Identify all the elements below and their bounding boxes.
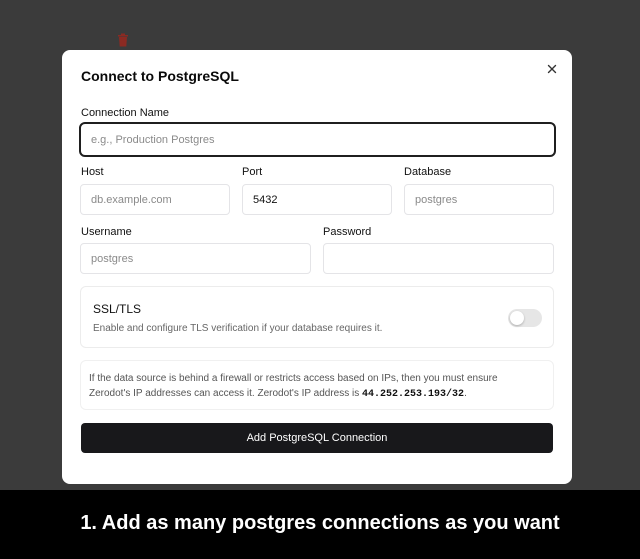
ip-address: 44.252.253.193/32 <box>362 389 465 400</box>
ssl-tls-description: Enable and configure TLS verification if… <box>93 323 383 334</box>
add-connection-button[interactable]: Add PostgreSQL Connection <box>81 423 553 453</box>
password-input[interactable] <box>323 243 554 274</box>
connection-name-input[interactable] <box>79 122 556 157</box>
toggle-knob <box>510 311 524 325</box>
username-input[interactable] <box>80 243 311 274</box>
ssl-tls-title: SSL/TLS <box>93 302 142 316</box>
host-input[interactable] <box>80 184 230 215</box>
ssl-tls-card: SSL/TLS Enable and configure TLS verific… <box>80 286 554 348</box>
close-icon[interactable] <box>546 63 558 75</box>
trash-icon <box>118 33 128 47</box>
dialog-title: Connect to PostgreSQL <box>81 68 239 84</box>
database-label: Database <box>404 166 452 178</box>
host-label: Host <box>81 166 104 178</box>
connect-postgres-dialog: Connect to PostgreSQL Connection Name Ho… <box>62 50 572 484</box>
ip-info-text: If the data source is behind a firewall … <box>89 371 539 402</box>
ip-info-text-after: . <box>464 388 467 399</box>
database-input[interactable] <box>404 184 554 215</box>
caption-bar: 1. Add as many postgres connections as y… <box>0 490 640 559</box>
port-label: Port <box>242 166 263 178</box>
ip-info-box: If the data source is behind a firewall … <box>80 360 554 410</box>
connection-name-label: Connection Name <box>81 107 170 119</box>
ssl-tls-toggle[interactable] <box>508 309 542 327</box>
port-input[interactable] <box>242 184 392 215</box>
password-label: Password <box>323 226 372 238</box>
caption-text: 1. Add as many postgres connections as y… <box>80 512 560 534</box>
username-label: Username <box>81 226 132 238</box>
